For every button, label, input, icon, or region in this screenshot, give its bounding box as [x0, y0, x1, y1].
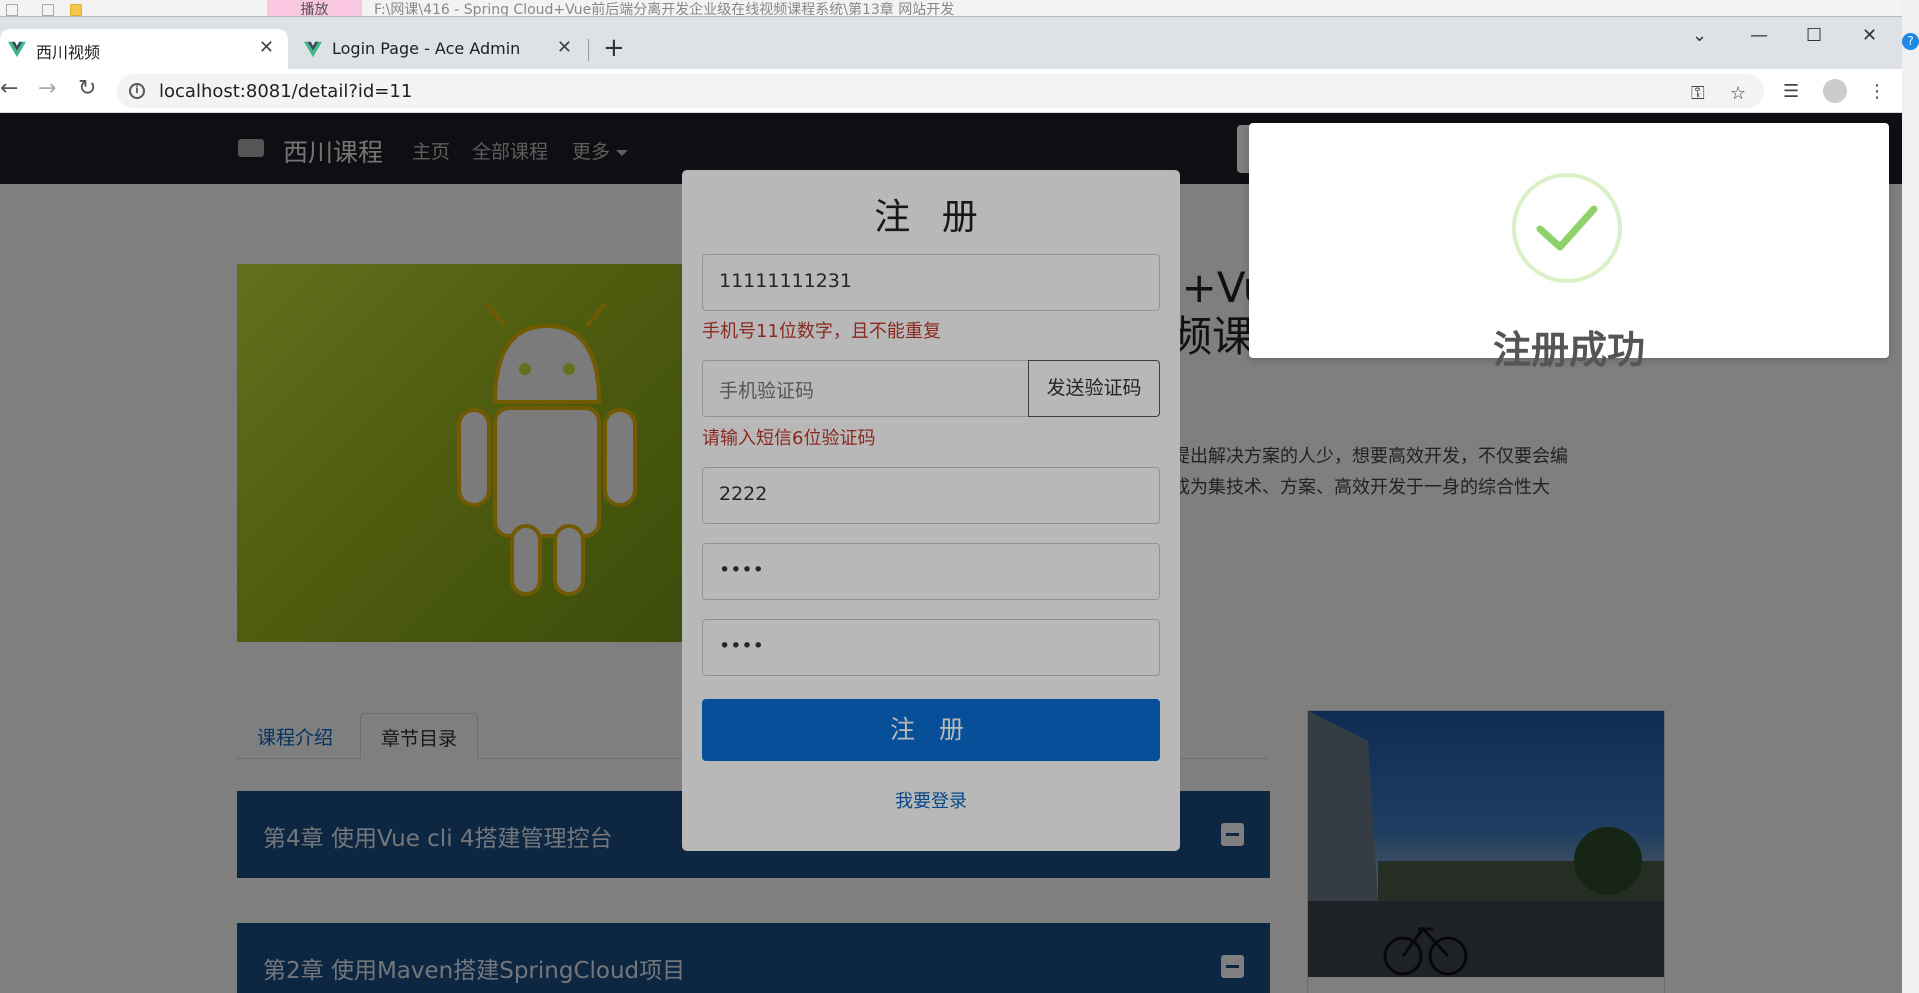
mobile-field[interactable]: 11111111231: [702, 254, 1160, 311]
register-modal: 注 册 11111111231 手机号11位数字，且不能重复 手机验证码 发送验…: [682, 170, 1180, 851]
minimize-icon[interactable]: —: [1750, 25, 1768, 46]
page-content: 西川课程 主页 全部课程 更多 l+Vu 频课: [0, 113, 1902, 993]
tab-strip: 西川视频 ✕ Login Page - Ace Admin ✕ + ⌄ — ☐ …: [0, 17, 1902, 69]
reload-icon[interactable]: ↻: [78, 77, 96, 101]
close-icon[interactable]: ✕: [259, 37, 274, 58]
sms-code-error: 请输入短信6位验证码: [702, 428, 876, 449]
name-field[interactable]: 2222: [702, 467, 1160, 524]
maximize-icon[interactable]: ☐: [1806, 25, 1822, 46]
site-info-icon[interactable]: i: [129, 83, 145, 99]
right-edge-strip: ?: [1902, 0, 1919, 993]
confirm-password-field[interactable]: ••••: [702, 619, 1160, 676]
send-code-button[interactable]: 发送验证码: [1028, 360, 1160, 417]
key-icon[interactable]: ⚿: [1691, 83, 1705, 104]
login-link[interactable]: 我要登录: [682, 787, 1180, 813]
toast-message: 注册成功: [1492, 328, 1645, 372]
tab-title: 西川视频: [36, 43, 101, 62]
mobile-error: 手机号11位数字，且不能重复: [702, 321, 941, 342]
profile-avatar[interactable]: [1823, 79, 1847, 103]
vue-logo-icon: [304, 41, 322, 58]
tab-login-page[interactable]: Login Page - Ace Admin ✕: [296, 29, 586, 69]
star-icon[interactable]: ☆: [1730, 83, 1746, 104]
forward-icon[interactable]: →: [38, 77, 56, 101]
browser-window: 西川视频 ✕ Login Page - Ace Admin ✕ + ⌄ — ☐ …: [0, 17, 1902, 993]
browser-toolbar: ← → ↻ i localhost:8081/detail?id=11 ⚿ ☆ …: [0, 69, 1902, 113]
close-icon[interactable]: ✕: [557, 37, 572, 58]
checkmark-icon: [1536, 205, 1598, 251]
register-button[interactable]: 注 册: [702, 699, 1160, 761]
password-field[interactable]: ••••: [702, 543, 1160, 600]
back-icon[interactable]: ←: [0, 77, 18, 101]
checkbox-icon: [42, 4, 54, 16]
tab-separator: [588, 39, 589, 61]
new-tab-button[interactable]: +: [603, 35, 625, 61]
menu-icon[interactable]: ⋮: [1868, 81, 1886, 102]
media-icon[interactable]: ☰: [1783, 81, 1799, 102]
window-close-icon[interactable]: ✕: [1862, 25, 1877, 46]
address-bar[interactable]: i localhost:8081/detail?id=11 ⚿ ☆: [117, 74, 1764, 108]
success-toast: 注册成功: [1249, 123, 1889, 372]
sms-code-field[interactable]: 手机验证码: [702, 360, 1029, 417]
folder-icon: [6, 4, 18, 16]
tab-xichuan-video[interactable]: 西川视频 ✕: [0, 29, 288, 69]
url-text: localhost:8081/detail?id=11: [159, 81, 413, 102]
modal-title: 注 册: [874, 197, 988, 238]
tab-title: Login Page - Ace Admin: [332, 39, 521, 58]
folder-icon: [70, 4, 82, 16]
help-icon[interactable]: ?: [1902, 33, 1919, 50]
tab-search-icon[interactable]: ⌄: [1692, 25, 1707, 46]
vue-logo-icon: [8, 41, 26, 58]
